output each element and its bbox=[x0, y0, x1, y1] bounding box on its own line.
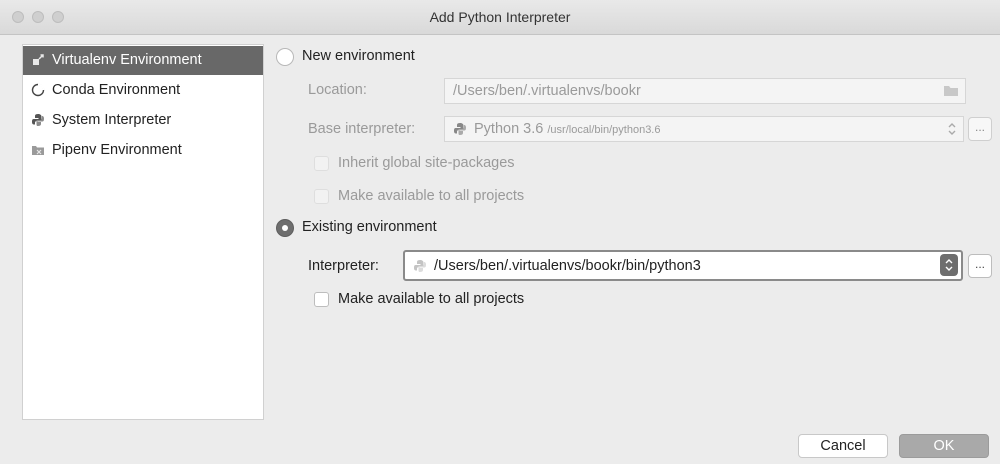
virtualenv-python-icon bbox=[414, 260, 426, 272]
base-interpreter-path: /usr/local/bin/python3.6 bbox=[547, 124, 661, 136]
existing-environment-radio[interactable] bbox=[276, 219, 294, 237]
interpreter-label: Interpreter: bbox=[308, 258, 379, 274]
sidebar-item-label: Conda Environment bbox=[52, 82, 181, 98]
interpreter-browse-button[interactable]: ... bbox=[968, 254, 992, 278]
new-env-make-available-checkbox[interactable] bbox=[314, 189, 329, 204]
ok-button[interactable]: OK bbox=[899, 434, 989, 458]
title-bar: Add Python Interpreter bbox=[0, 0, 1000, 35]
new-env-make-available-label: Make available to all projects bbox=[338, 188, 525, 204]
sidebar-item-conda[interactable]: Conda Environment bbox=[23, 76, 263, 105]
environment-type-list: Virtualenv Environment Conda Environment… bbox=[22, 44, 264, 420]
pipenv-icon bbox=[32, 146, 44, 155]
add-python-interpreter-dialog: Add Python Interpreter Virtualenv Enviro… bbox=[0, 0, 1000, 464]
base-interpreter-browse-button[interactable]: ... bbox=[968, 117, 992, 141]
base-interpreter-value: Python 3.6 /usr/local/bin/python3.6 bbox=[474, 121, 661, 137]
base-interpreter-version: Python 3.6 bbox=[474, 121, 544, 137]
location-label: Location: bbox=[308, 82, 367, 98]
python-icon bbox=[454, 123, 466, 135]
base-interpreter-select[interactable]: Python 3.6 /usr/local/bin/python3.6 bbox=[444, 116, 964, 142]
conda-icon bbox=[31, 83, 45, 97]
new-environment-radio[interactable] bbox=[276, 48, 294, 66]
folder-icon[interactable] bbox=[943, 85, 959, 97]
sidebar-item-label: Pipenv Environment bbox=[52, 142, 182, 158]
cancel-button[interactable]: Cancel bbox=[798, 434, 888, 458]
sidebar-item-system[interactable]: System Interpreter bbox=[23, 106, 263, 135]
sidebar-item-label: Virtualenv Environment bbox=[52, 52, 202, 68]
inherit-site-packages-label: Inherit global site-packages bbox=[338, 155, 515, 171]
python-icon bbox=[32, 114, 44, 126]
existing-env-make-available-label: Make available to all projects bbox=[338, 291, 525, 307]
window-title: Add Python Interpreter bbox=[429, 9, 571, 25]
location-value: /Users/ben/.virtualenvs/bookr bbox=[453, 83, 641, 99]
location-field[interactable]: /Users/ben/.virtualenvs/bookr bbox=[444, 78, 966, 104]
chevron-up-down-icon bbox=[945, 259, 953, 271]
chevron-up-down-icon bbox=[948, 123, 956, 135]
new-environment-label[interactable]: New environment bbox=[302, 48, 415, 64]
base-interpreter-label: Base interpreter: bbox=[308, 121, 416, 137]
existing-environment-label[interactable]: Existing environment bbox=[302, 219, 437, 235]
virtualenv-icon bbox=[33, 54, 44, 65]
interpreter-dropdown-arrow[interactable] bbox=[940, 254, 958, 276]
interpreter-value: /Users/ben/.virtualenvs/bookr/bin/python… bbox=[434, 258, 701, 274]
interpreter-select[interactable]: /Users/ben/.virtualenvs/bookr/bin/python… bbox=[403, 250, 963, 281]
inherit-site-packages-checkbox[interactable] bbox=[314, 156, 329, 171]
existing-env-make-available-checkbox[interactable] bbox=[314, 292, 329, 307]
sidebar-item-pipenv[interactable]: Pipenv Environment bbox=[23, 136, 263, 165]
sidebar-item-virtualenv[interactable]: Virtualenv Environment bbox=[23, 46, 263, 75]
sidebar-item-label: System Interpreter bbox=[52, 112, 172, 128]
